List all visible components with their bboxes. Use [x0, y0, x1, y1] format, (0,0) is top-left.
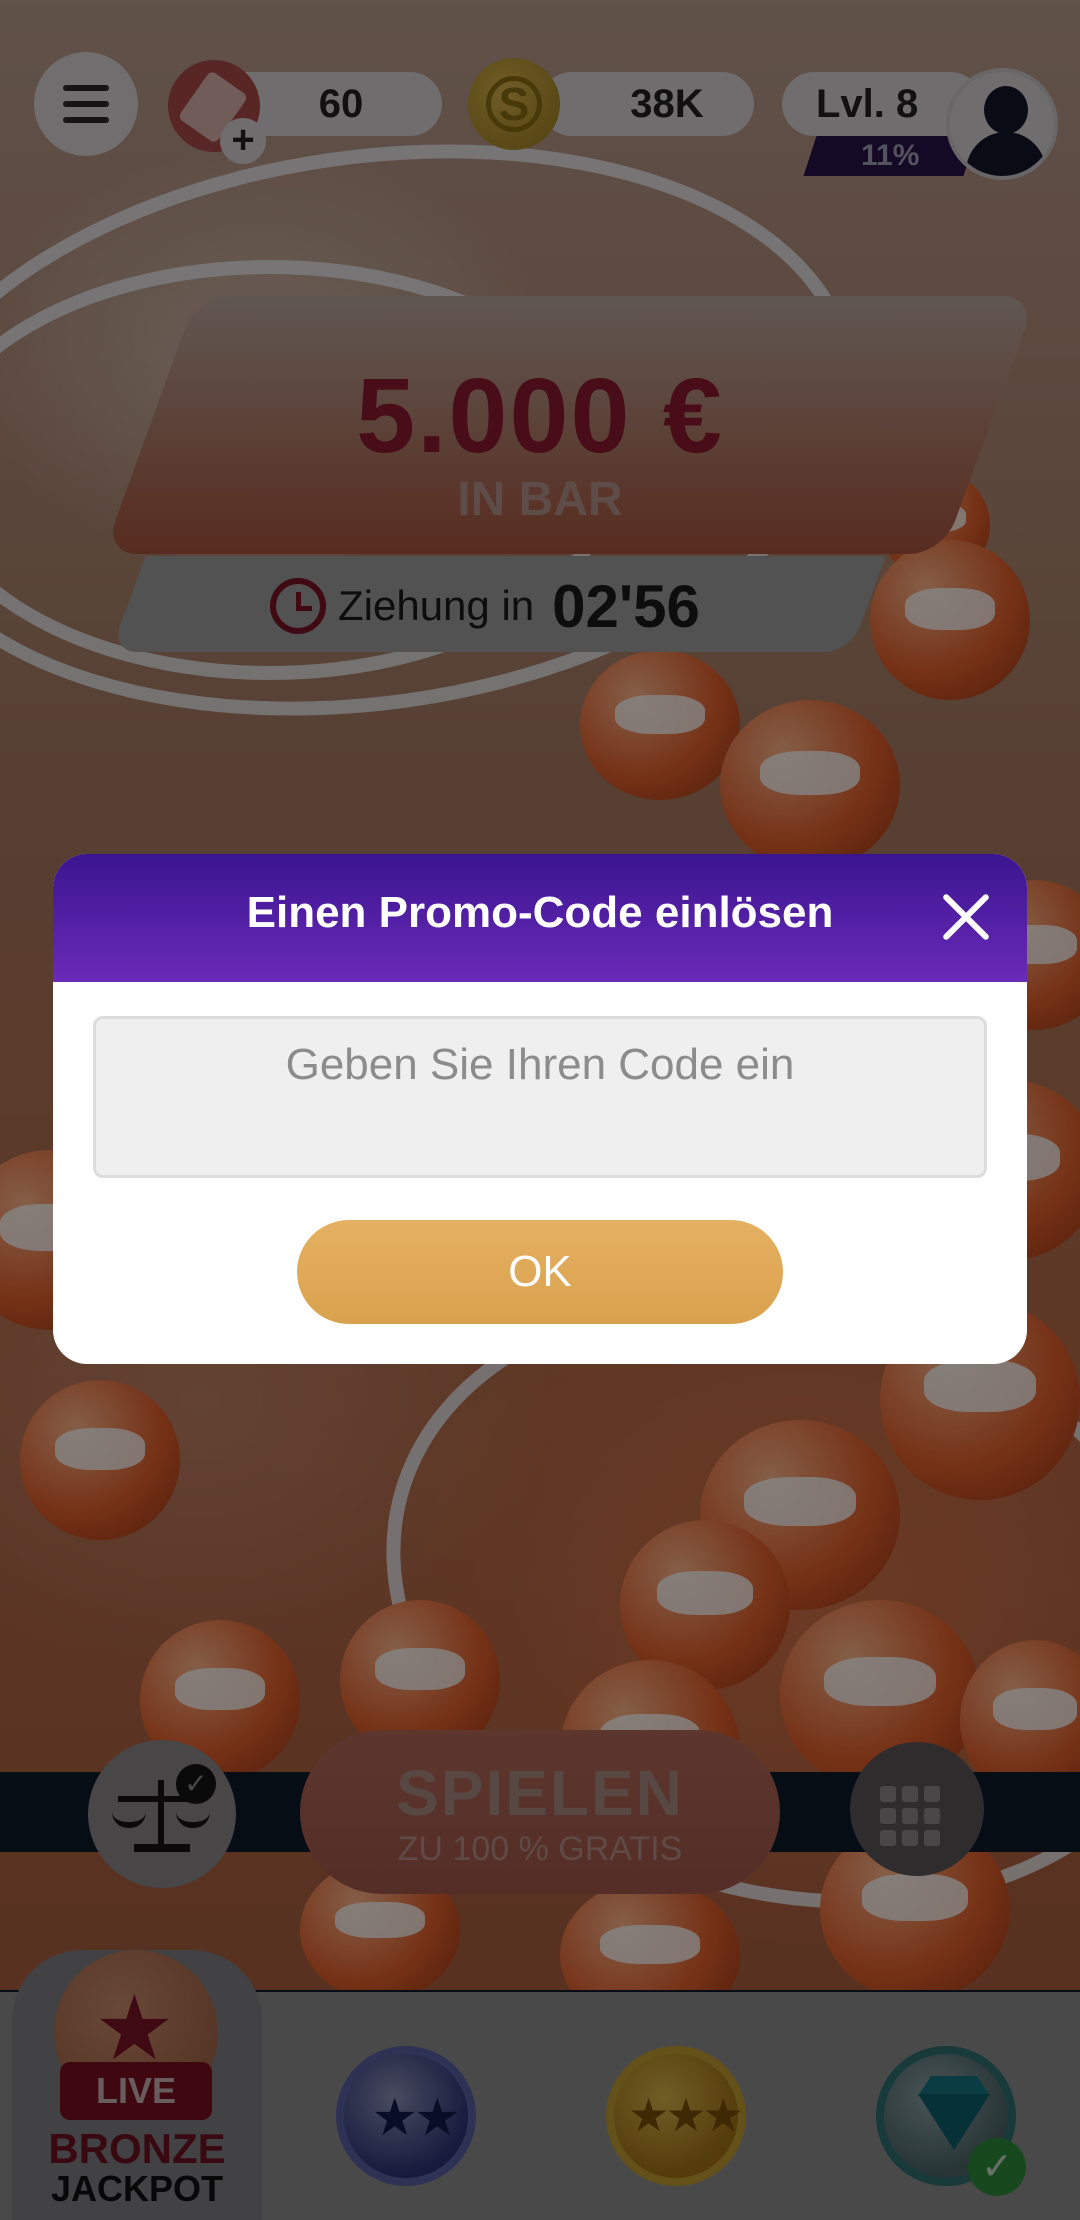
dialog-title: Einen Promo-Code einlösen: [246, 888, 834, 937]
ok-button[interactable]: OK: [297, 1220, 783, 1324]
close-icon[interactable]: [939, 890, 993, 944]
promo-code-dialog: Einen Promo-Code einlösen OK: [53, 854, 1027, 1364]
promo-code-input[interactable]: [93, 1016, 987, 1178]
